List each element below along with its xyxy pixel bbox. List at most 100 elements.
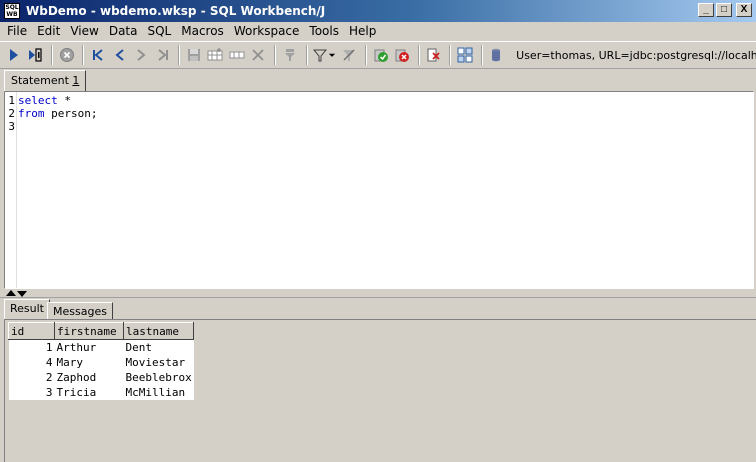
tab-statement-number: 1 [72,74,80,87]
line-number-gutter: 1 2 3 [5,92,16,288]
filter-dropdown-icon [313,49,328,62]
cell-id[interactable]: 1 [8,339,55,355]
cell-firstname[interactable]: Tricia [54,384,124,400]
table-row[interactable]: 3 Tricia McMillian [8,384,194,400]
menu-bar: File Edit View Data SQL Macros Workspace… [0,22,756,40]
toolbar-separator [364,45,367,65]
cell-id[interactable]: 2 [8,369,55,385]
app-icon-text-bottom: WB [6,11,18,18]
editor-result-splitter[interactable] [0,290,756,298]
app-icon-text-top: SQL [5,4,19,11]
menu-tools[interactable]: Tools [304,23,344,39]
menu-workspace[interactable]: Workspace [229,23,305,39]
commit-icon [374,49,388,62]
tab-messages[interactable]: Messages [47,302,113,319]
connection-button[interactable] [487,44,506,66]
menu-help[interactable]: Help [344,23,381,39]
code-line: from person; [18,107,753,120]
column-header-lastname[interactable]: lastname [122,322,195,340]
commit-button[interactable] [371,44,390,66]
filter-button[interactable] [280,44,299,66]
connection-info: User=thomas, URL=jdbc:postgresql://local… [516,48,756,62]
cell-lastname[interactable]: Beeblebrox [123,369,194,385]
sql-editor[interactable]: 1 2 3 select * from person; [4,91,754,289]
column-header-firstname[interactable]: firstname [54,322,124,340]
first-icon [93,49,103,61]
window-controls: _ □ X [698,3,752,17]
window-titlebar[interactable]: SQL WB WbDemo - wbdemo.wksp - SQL Workbe… [0,0,756,22]
previous-row-button[interactable] [110,44,129,66]
cell-lastname[interactable]: Dent [123,339,194,355]
insert-row-icon [207,48,223,61]
execute-icon [9,49,18,61]
cell-firstname[interactable]: Mary [54,354,124,370]
toolbar-separator [480,45,483,65]
cancel-statement-button[interactable] [57,44,76,66]
menu-edit[interactable]: Edit [32,23,65,39]
cell-lastname[interactable]: Moviestar [123,354,194,370]
menu-sql[interactable]: SQL [142,23,176,39]
app-icon[interactable]: SQL WB [4,3,20,19]
collapse-up-icon[interactable] [6,290,16,296]
cell-firstname[interactable]: Arthur [54,339,124,355]
statement-tabbar: Statement 1 [0,69,756,91]
delete-row-button[interactable] [249,44,268,66]
connection-icon [492,48,501,62]
menu-macros[interactable]: Macros [176,23,229,39]
cell-id[interactable]: 3 [8,384,55,400]
execute-current-button[interactable] [25,44,44,66]
disconnect-icon [427,48,441,62]
toolbar-separator [417,45,420,65]
line-number: 1 [8,94,15,107]
tab-result[interactable]: Result [4,299,50,319]
reset-filter-button[interactable] [339,44,358,66]
copy-row-button[interactable] [227,44,246,66]
maximize-button[interactable]: □ [716,3,732,17]
menu-file[interactable]: File [2,23,32,39]
chevron-down-icon [329,53,336,57]
filter-dropdown-arrow[interactable] [327,44,337,66]
execute-button[interactable] [4,44,23,66]
toolbar-separator [50,45,53,65]
menu-data[interactable]: Data [104,23,143,39]
toolbar-separator [178,45,181,65]
menu-view[interactable]: View [65,23,103,39]
code-line: select * [18,94,753,107]
execute-current-icon [29,48,42,62]
toolbar-separator [274,45,277,65]
toolbar-separator [82,45,85,65]
table-row[interactable]: 4 Mary Moviestar [8,354,194,370]
insert-row-button[interactable] [206,44,225,66]
disconnect-button[interactable] [424,44,443,66]
close-button[interactable]: X [736,3,752,17]
table-header-row: id firstname lastname [8,322,195,340]
collapse-down-icon[interactable] [17,291,27,297]
result-table[interactable]: id firstname lastname 1 Arthur Dent 4 Ma… [8,322,195,400]
result-panel: id firstname lastname 1 Arthur Dent 4 Ma… [4,319,756,462]
result-tabbar: Result Messages [0,299,756,319]
rollback-button[interactable] [392,44,411,66]
cell-lastname[interactable]: McMillian [123,384,194,400]
splitter-arrows[interactable] [6,290,27,297]
first-row-button[interactable] [88,44,107,66]
minimize-button[interactable]: _ [698,3,714,17]
save-icon [188,49,201,61]
line-number: 3 [8,120,15,133]
column-header-id[interactable]: id [8,322,55,340]
table-row[interactable]: 1 Arthur Dent [8,339,194,355]
toolbar: User=thomas, URL=jdbc:postgresql://local… [0,41,756,69]
tab-statement-1[interactable]: Statement 1 [4,70,87,91]
toolbar-separator [305,45,308,65]
next-row-button[interactable] [131,44,150,66]
save-button[interactable] [184,44,203,66]
last-row-button[interactable] [153,44,172,66]
rollback-icon [395,49,409,62]
editor-text-area[interactable]: select * from person; [16,92,753,288]
next-icon [137,49,146,61]
cell-id[interactable]: 4 [8,354,55,370]
line-number: 2 [8,107,15,120]
cell-firstname[interactable]: Zaphod [54,369,124,385]
db-explorer-button[interactable] [455,44,474,66]
table-row[interactable]: 2 Zaphod Beeblebrox [8,369,194,385]
